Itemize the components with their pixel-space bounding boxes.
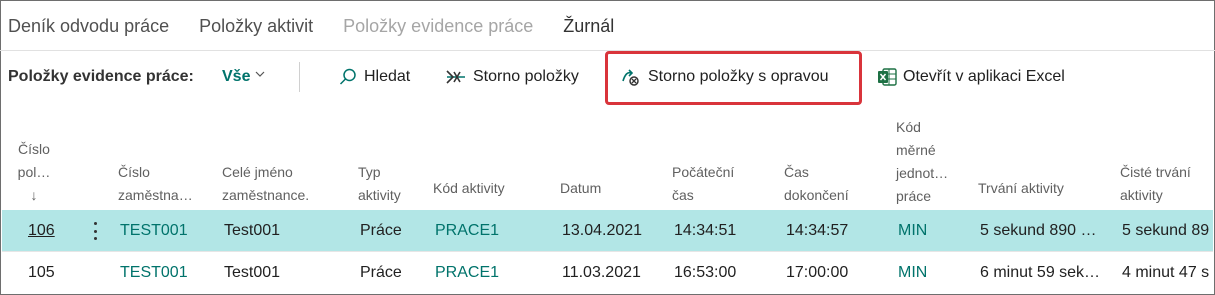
- col-header-line: Číslo: [118, 164, 150, 180]
- col-header-line: Typ: [358, 164, 381, 180]
- col-header-line: zaměstna…: [118, 187, 193, 203]
- top-navigation: Deník odvodu práce Položky aktivit Polož…: [8, 12, 644, 40]
- search-icon: [339, 68, 356, 85]
- reverse-entries-button[interactable]: Storno položky: [445, 64, 579, 90]
- cell-start-time: 16:53:00: [674, 264, 737, 281]
- open-in-excel-label: Otevřít v aplikaci Excel: [903, 68, 1065, 85]
- col-header-line: zaměstnance.: [222, 187, 310, 203]
- cell-duration: 5 sekund 890 …: [980, 222, 1097, 239]
- table-row[interactable]: 105 TEST001 Test001 Práce PRACE1 11.03.2…: [2, 251, 1213, 294]
- table-header: Číslo pol… ↓ Číslo zaměstna… Celé jméno …: [0, 108, 1215, 208]
- cell-activity-code[interactable]: PRACE1: [435, 210, 535, 252]
- col-header-date[interactable]: Datum: [560, 177, 601, 200]
- cell-entry-no[interactable]: 105: [28, 252, 68, 294]
- col-header-line: měrné: [896, 142, 936, 158]
- cell-duration: 6 minut 59 sek…: [980, 264, 1101, 281]
- search-button[interactable]: Hledat: [338, 64, 410, 90]
- cell-net-duration: 4 minut 47 s: [1122, 264, 1210, 281]
- cell-employee-name: Test001: [224, 264, 281, 281]
- page-title: Položky evidence práce:: [8, 68, 194, 85]
- nav-activity-entries[interactable]: Položky aktivit: [199, 12, 313, 40]
- col-header-entry-no[interactable]: Číslo pol… ↓: [14, 138, 54, 207]
- cell-uom-code[interactable]: MIN: [898, 252, 958, 294]
- table-row[interactable]: 106 TEST001 Test001 Práce PRACE1 13.04.2…: [2, 210, 1213, 252]
- col-header-line: Celé jméno: [222, 164, 293, 180]
- col-header-activity-type[interactable]: Typ aktivity: [358, 161, 401, 207]
- cell-employee-no[interactable]: TEST001: [120, 210, 210, 252]
- col-header-line: Datum: [560, 180, 602, 196]
- col-header-line: čas: [672, 187, 694, 203]
- col-header-line: Čisté trvání: [1120, 164, 1191, 180]
- col-header-duration[interactable]: Trvání aktivity: [978, 177, 1064, 200]
- col-header-activity-code[interactable]: Kód aktivity: [433, 177, 505, 200]
- col-header-uom-code[interactable]: Kód měrné jednot… práce: [896, 116, 948, 208]
- col-header-employee-name[interactable]: Celé jméno zaměstnance.: [222, 161, 309, 207]
- col-header-line: Číslo: [18, 141, 50, 157]
- view-filter-dropdown[interactable]: Vše: [222, 68, 265, 86]
- col-header-start-time[interactable]: Počáteční čas: [672, 161, 734, 207]
- nav-journal[interactable]: Žurnál: [563, 12, 614, 40]
- col-header-line: jednot…: [896, 165, 949, 181]
- col-header-employee-no[interactable]: Číslo zaměstna…: [118, 161, 193, 207]
- cell-net-duration: 5 sekund 89: [1122, 222, 1210, 239]
- col-header-line: Čas: [784, 164, 809, 180]
- action-bar-separator: [299, 62, 300, 92]
- view-filter-label: Vše: [222, 68, 251, 85]
- excel-icon: [878, 68, 897, 86]
- reverse-icon: [446, 70, 465, 84]
- cell-end-time: 17:00:00: [786, 264, 849, 281]
- cell-activity-code[interactable]: PRACE1: [435, 252, 535, 294]
- col-header-line: Kód: [896, 119, 921, 135]
- nav-time-entries[interactable]: Položky evidence práce: [343, 12, 533, 40]
- col-header-line: pol…: [17, 164, 51, 180]
- col-header-end-time[interactable]: Čas dokončení: [784, 161, 849, 207]
- cell-end-time: 14:34:57: [786, 222, 849, 239]
- chevron-down-icon: [256, 71, 265, 77]
- cell-employee-no[interactable]: TEST001: [120, 252, 210, 294]
- col-header-line: dokončení: [784, 187, 849, 203]
- col-header-line: Kód aktivity: [433, 180, 505, 196]
- sort-arrow-down-icon: ↓: [30, 187, 38, 203]
- reverse-entries-label: Storno položky: [473, 68, 579, 85]
- col-header-line: Počáteční: [672, 164, 735, 180]
- highlight-box: [605, 51, 862, 105]
- cell-activity-type: Práce: [360, 264, 402, 281]
- cell-start-time: 14:34:51: [674, 222, 737, 239]
- cell-employee-name: Test001: [224, 222, 281, 239]
- col-header-line: Trvání aktivity: [978, 180, 1064, 196]
- row-actions-icon[interactable]: [88, 222, 102, 240]
- open-in-excel-button[interactable]: Otevřít v aplikaci Excel: [877, 64, 1065, 90]
- col-header-line: práce: [896, 188, 932, 204]
- cell-date: 13.04.2021: [562, 222, 643, 239]
- cell-entry-no[interactable]: 106: [28, 210, 68, 252]
- col-header-line: aktivity: [358, 187, 401, 203]
- cell-activity-type: Práce: [360, 222, 402, 239]
- col-header-net-duration[interactable]: Čisté trvání aktivity: [1120, 161, 1191, 207]
- nav-work-journal[interactable]: Deník odvodu práce: [8, 12, 169, 40]
- cell-date: 11.03.2021: [562, 264, 641, 281]
- col-header-line: aktivity: [1120, 187, 1163, 203]
- search-label: Hledat: [364, 68, 411, 85]
- cell-uom-code[interactable]: MIN: [898, 210, 958, 252]
